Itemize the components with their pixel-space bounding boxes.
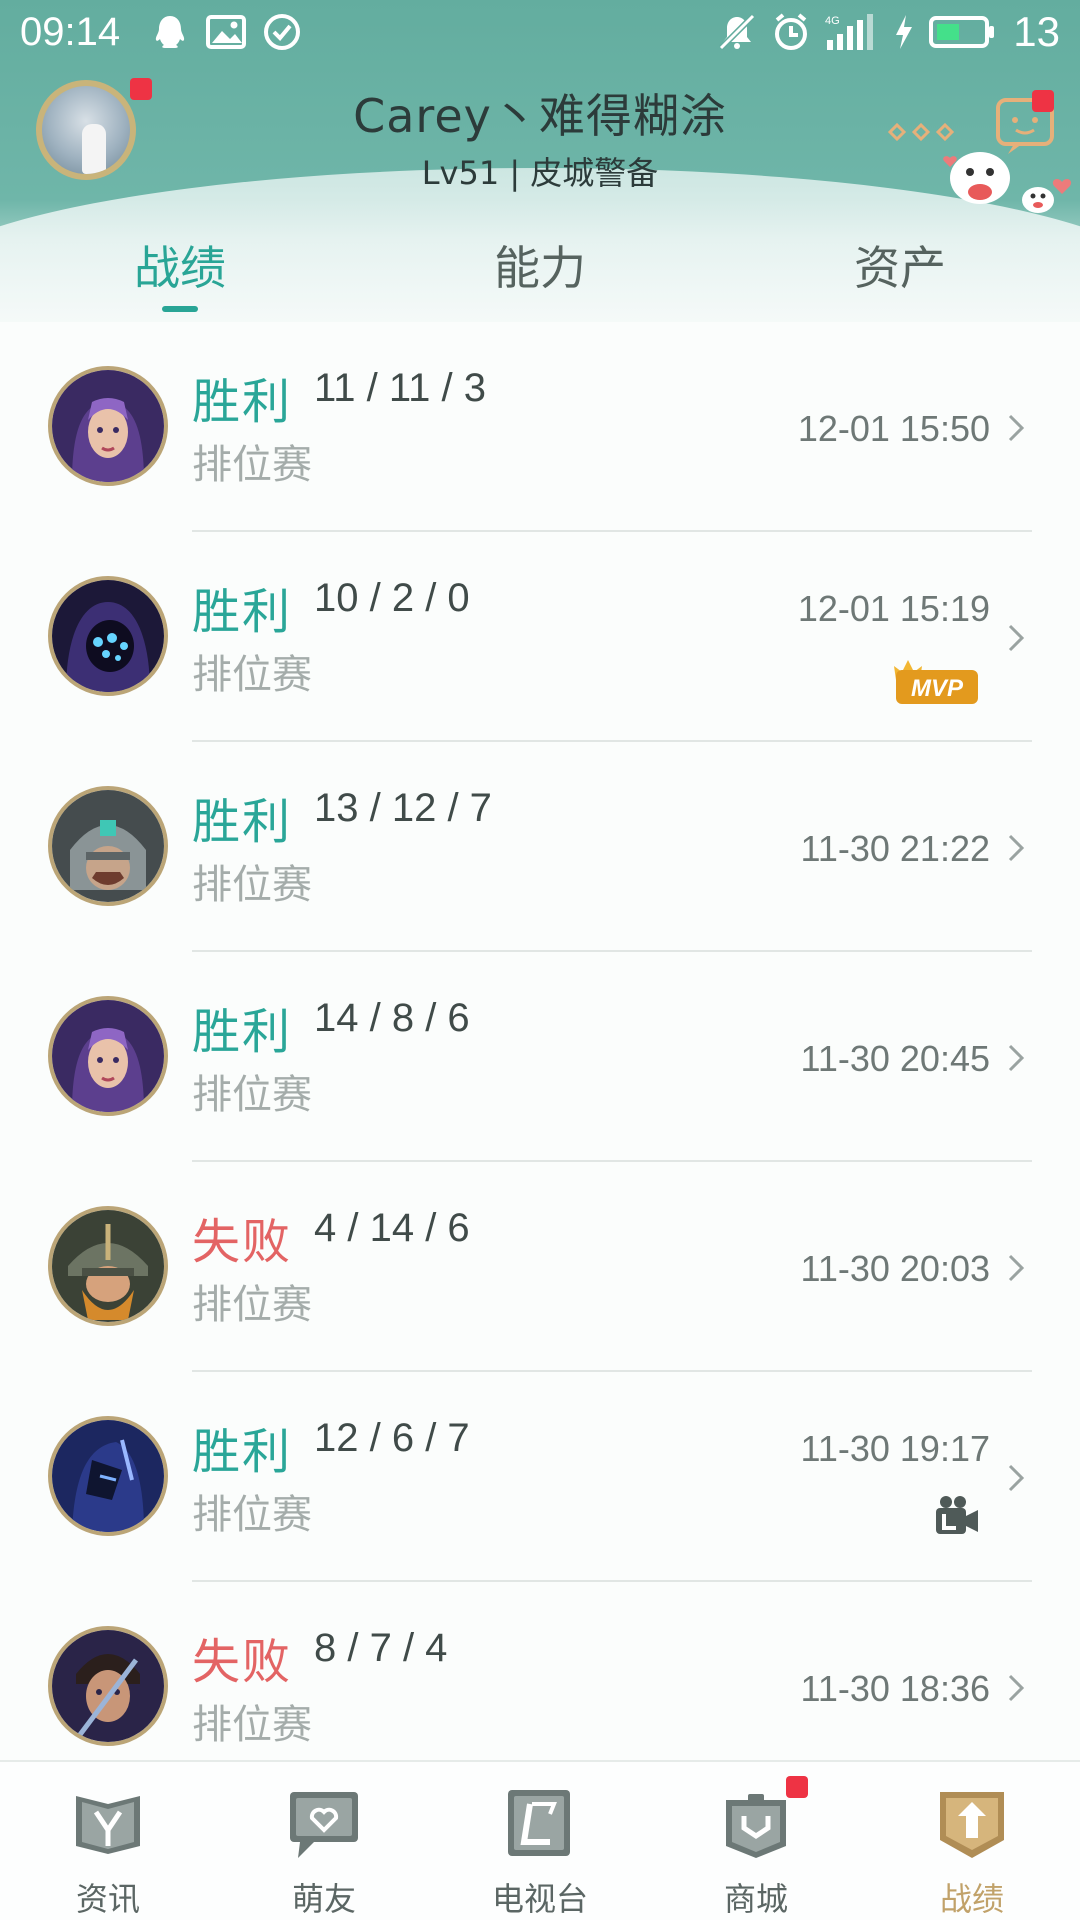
chevron-right-icon — [1008, 624, 1025, 652]
nav-records[interactable]: 战绩 — [864, 1762, 1080, 1920]
match-mode: 排位赛 — [192, 442, 312, 488]
match-kda: 13 / 12 / 7 — [314, 786, 492, 830]
champion-portrait — [48, 576, 168, 696]
match-time: 11-30 20:45 — [800, 1038, 991, 1079]
shop-icon — [726, 1794, 786, 1858]
record-icon — [940, 1792, 1004, 1858]
nav-shop[interactable]: 商城 — [648, 1762, 864, 1920]
shop-notification-dot — [786, 1776, 808, 1798]
charging-icon — [893, 12, 915, 52]
status-time: 09:14 — [20, 10, 121, 54]
tab-records[interactable]: 战绩 — [0, 232, 360, 298]
chevron-right-icon — [1008, 1044, 1025, 1072]
match-kda: 11 / 11 / 3 — [314, 366, 486, 410]
champion-portrait — [48, 1206, 168, 1326]
match-row[interactable]: 胜利 13 / 12 / 7 排位赛 11-30 21:22 — [0, 742, 1080, 952]
match-time: 11-30 18:36 — [800, 1668, 991, 1709]
match-result: 胜利 — [192, 794, 293, 850]
champion-portrait — [48, 996, 168, 1116]
tv-icon — [508, 1790, 570, 1856]
champion-portrait — [48, 786, 168, 906]
match-kda: 4 / 14 / 6 — [314, 1206, 470, 1250]
nav-friends[interactable]: 萌友 — [216, 1762, 432, 1920]
match-kda: 10 / 2 / 0 — [314, 576, 470, 620]
nav-news-label: 资讯 — [75, 1880, 140, 1918]
qq-icon — [150, 12, 190, 52]
chevron-right-icon — [1008, 1254, 1025, 1282]
screen: 09:14 4G 13 Carey丶难得糊涂 Lv51 | 皮城警备 战绩 能力… — [0, 0, 1080, 1920]
match-row[interactable]: 胜利 10 / 2 / 0 排位赛 12-01 15:19 MVP — [0, 532, 1080, 742]
chevron-right-icon — [1008, 414, 1025, 442]
match-time: 11-30 20:03 — [800, 1248, 991, 1289]
chevron-right-icon — [1008, 1464, 1025, 1492]
battery-level: 13 — [1013, 8, 1060, 55]
mute-bell-icon — [717, 12, 757, 52]
match-mode: 排位赛 — [192, 1282, 312, 1328]
match-kda: 14 / 8 / 6 — [314, 996, 470, 1040]
nav-tv[interactable]: 电视台 — [432, 1762, 648, 1920]
match-time: 11-30 21:22 — [800, 828, 991, 869]
status-right-icons: 4G 13 — [717, 8, 1060, 56]
match-mode: 排位赛 — [192, 652, 312, 698]
replay-camera-icon[interactable] — [932, 1492, 980, 1540]
match-row[interactable]: 胜利 12 / 6 / 7 排位赛 11-30 19:17 — [0, 1372, 1080, 1582]
nav-friends-label: 萌友 — [291, 1880, 356, 1918]
match-kda: 12 / 6 / 7 — [314, 1416, 470, 1460]
match-result: 胜利 — [192, 374, 293, 430]
match-result: 胜利 — [192, 1424, 293, 1480]
match-time: 12-01 15:19 — [797, 588, 990, 629]
match-history-list: 胜利 11 / 11 / 3 排位赛 12-01 15:50 胜利 10 / 2… — [0, 322, 1080, 1792]
profile-tabs: 战绩 能力 资产 — [0, 220, 1080, 312]
match-time: 12-01 15:50 — [797, 408, 990, 449]
match-mode: 排位赛 — [192, 1492, 312, 1538]
gallery-icon — [206, 12, 246, 52]
check-circle-icon — [262, 12, 302, 52]
news-icon — [76, 1796, 140, 1854]
match-row[interactable]: 胜利 14 / 8 / 6 排位赛 11-30 20:45 — [0, 952, 1080, 1162]
profile-header: 09:14 4G 13 Carey丶难得糊涂 Lv51 | 皮城警备 战绩 能力… — [0, 0, 1080, 322]
match-mode: 排位赛 — [192, 1702, 312, 1748]
tab-ability[interactable]: 能力 — [360, 232, 720, 298]
network-label: 4G — [825, 15, 840, 27]
chat-notification-dot — [1032, 90, 1054, 112]
alarm-icon — [771, 12, 811, 52]
champion-portrait — [48, 1626, 168, 1746]
nav-records-label: 战绩 — [939, 1880, 1004, 1918]
chevron-right-icon — [1008, 834, 1025, 862]
match-mode: 排位赛 — [192, 862, 312, 908]
nav-news[interactable]: 资讯 — [0, 1762, 216, 1920]
match-row[interactable]: 胜利 11 / 11 / 3 排位赛 12-01 15:50 — [0, 322, 1080, 532]
tab-assets[interactable]: 资产 — [720, 232, 1080, 298]
match-kda: 8 / 7 / 4 — [314, 1626, 448, 1670]
match-row[interactable]: 失败 4 / 14 / 6 排位赛 11-30 20:03 — [0, 1162, 1080, 1372]
mvp-badge-label: MVP — [911, 675, 964, 702]
chevron-right-icon — [1008, 1674, 1025, 1702]
match-result: 胜利 — [192, 1004, 293, 1060]
champion-portrait — [48, 1416, 168, 1536]
nav-tv-label: 电视台 — [491, 1880, 588, 1918]
bottom-navigation: 资讯 萌友 电视台 商城 战绩 — [0, 1760, 1080, 1920]
active-tab-indicator — [162, 306, 198, 312]
match-mode: 排位赛 — [192, 1072, 312, 1118]
status-notification-icons — [150, 12, 302, 52]
nav-shop-label: 商城 — [723, 1880, 788, 1918]
friends-icon — [290, 1792, 358, 1858]
signal-4g-icon: 4G — [825, 12, 879, 52]
match-time: 11-30 19:17 — [800, 1428, 991, 1469]
battery-icon — [929, 12, 995, 52]
match-result: 失败 — [192, 1634, 293, 1690]
mvp-badge-icon: MVP — [894, 660, 978, 704]
match-result: 胜利 — [192, 584, 293, 640]
champion-portrait — [48, 366, 168, 486]
status-bar: 09:14 4G 13 — [0, 0, 1080, 64]
match-result: 失败 — [192, 1214, 293, 1270]
